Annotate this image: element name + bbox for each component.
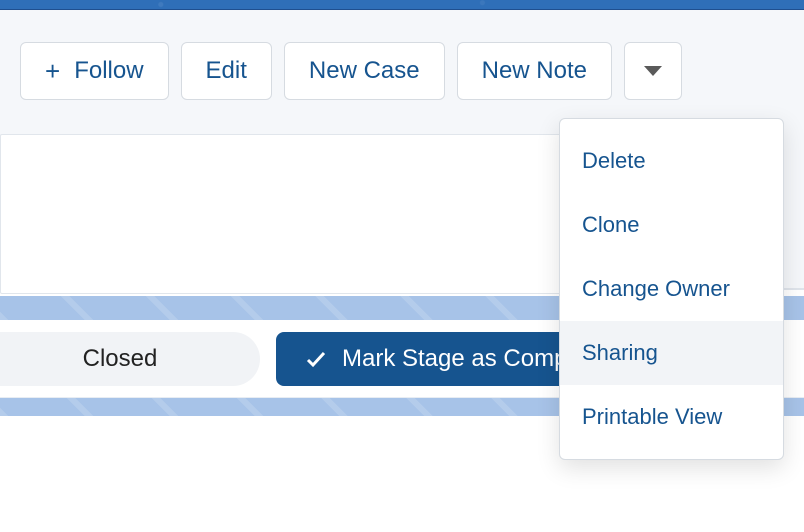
- menu-item-label: Delete: [582, 148, 646, 174]
- check-icon: [304, 347, 328, 371]
- action-bar: + Follow Edit New Case New Note: [20, 42, 784, 100]
- stage-closed-label: Closed: [83, 345, 158, 373]
- new-case-label: New Case: [309, 57, 420, 85]
- menu-item-printable-view[interactable]: Printable View: [560, 385, 783, 449]
- menu-item-label: Printable View: [582, 404, 722, 430]
- plus-icon: +: [45, 56, 60, 87]
- follow-label: Follow: [74, 57, 143, 85]
- edit-button[interactable]: Edit: [181, 42, 272, 100]
- edit-label: Edit: [206, 57, 247, 85]
- menu-item-clone[interactable]: Clone: [560, 193, 783, 257]
- menu-item-change-owner[interactable]: Change Owner: [560, 257, 783, 321]
- stage-closed-pill[interactable]: Closed: [0, 332, 260, 386]
- more-actions-button[interactable]: [624, 42, 682, 100]
- menu-item-sharing[interactable]: Sharing: [560, 321, 783, 385]
- new-case-button[interactable]: New Case: [284, 42, 445, 100]
- follow-button[interactable]: + Follow: [20, 42, 169, 100]
- new-note-button[interactable]: New Note: [457, 42, 612, 100]
- menu-item-label: Clone: [582, 212, 639, 238]
- menu-item-label: Change Owner: [582, 276, 730, 302]
- chevron-down-icon: [644, 66, 662, 76]
- menu-item-delete[interactable]: Delete: [560, 129, 783, 193]
- new-note-label: New Note: [482, 57, 587, 85]
- more-actions-menu: Delete Clone Change Owner Sharing Printa…: [559, 118, 784, 460]
- app-header-stripe: [0, 0, 804, 10]
- menu-item-label: Sharing: [582, 340, 658, 366]
